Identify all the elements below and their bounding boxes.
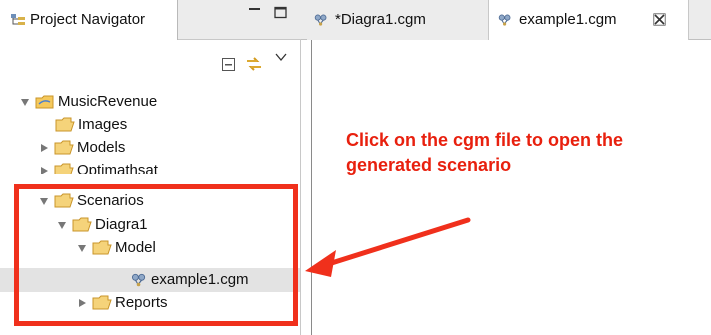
close-icon[interactable]: [653, 13, 666, 26]
annotation-line-1: Click on the cgm file to open the: [346, 130, 624, 150]
tree-item-label: MusicRevenue: [58, 93, 158, 111]
tab-project-navigator[interactable]: Project Navigator: [0, 0, 178, 40]
tree-item-optimathsat[interactable]: Optimathsat: [38, 160, 158, 174]
maximize-icon[interactable]: [273, 6, 289, 20]
folder-icon: [54, 163, 74, 174]
editor-tabstrip: *Diagra1.cgm example1.cgm: [301, 0, 711, 40]
expanded-twisty-icon[interactable]: [19, 96, 31, 108]
tree-item-label: Images: [78, 116, 128, 134]
tree-item-label: Optimathsat: [77, 162, 158, 174]
tree-item-images[interactable]: Images: [55, 114, 127, 136]
view-menu-icon[interactable]: [275, 52, 287, 62]
folder-icon: [55, 117, 75, 132]
tab-label: example1.cgm: [519, 11, 617, 28]
folder-icon: [54, 140, 74, 155]
collapsed-twisty-icon[interactable]: [38, 165, 50, 174]
minimize-icon[interactable]: [247, 6, 263, 20]
collapse-all-icon[interactable]: [222, 58, 235, 71]
project-navigator-icon: [11, 14, 25, 25]
tree-item-label: Models: [77, 139, 126, 157]
collapsed-twisty-icon[interactable]: [38, 142, 50, 154]
tree-item-project[interactable]: MusicRevenue: [19, 91, 157, 113]
tab-diagra1-cgm[interactable]: *Diagra1.cgm: [307, 0, 489, 40]
tree-item-models[interactable]: Models: [38, 137, 125, 159]
project-folder-icon: [35, 95, 54, 109]
cgm-file-icon: [314, 14, 327, 26]
annotation-text: Click on the cgm file to open the genera…: [346, 128, 708, 178]
tab-label: *Diagra1.cgm: [335, 11, 426, 28]
tab-example1-cgm[interactable]: example1.cgm: [489, 0, 689, 40]
highlight-box: [14, 184, 298, 326]
tab-label: Project Navigator: [30, 11, 146, 28]
annotation-line-2: generated scenario: [346, 155, 512, 175]
editor-canvas[interactable]: [311, 40, 711, 335]
link-with-editor-icon[interactable]: [244, 54, 264, 74]
cgm-file-icon: [498, 14, 511, 26]
